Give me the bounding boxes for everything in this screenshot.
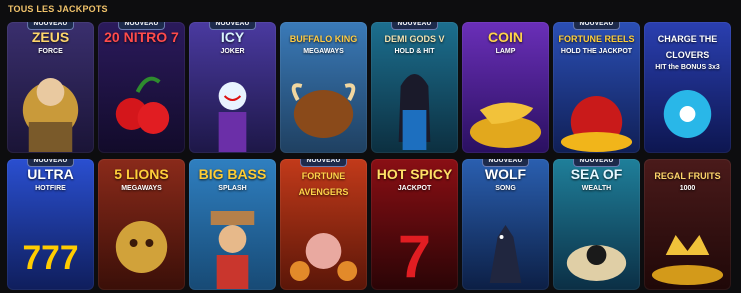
game-logo: FORTUNE AVENGERS [280, 167, 367, 201]
game-logo: ULTRA HOTFIRE [7, 167, 94, 192]
game-tile[interactable]: NOUVEAU WOLF SONG [462, 159, 549, 290]
new-badge: NOUVEAU [117, 22, 166, 30]
game-subtitle: SPLASH [218, 185, 247, 192]
jackpot-games-grid: NOUVEAU ZEUS FORCE NOUVEAU 20 NITRO 7 NOUVEAU… [7, 22, 731, 290]
game-title: ULTRA [27, 166, 74, 182]
svg-text:7: 7 [398, 223, 431, 290]
new-badge: NOUVEAU [481, 159, 530, 167]
game-logo: FORTUNE REELS HOLD THE JACKPOT [553, 30, 640, 56]
game-subtitle: HIT the BONUS 3x3 [655, 64, 720, 71]
game-title: BUFFALO KING [289, 34, 358, 44]
game-logo: BUFFALO KING MEGAWAYS [280, 30, 367, 56]
game-subtitle: LAMP [495, 48, 516, 55]
game-tile[interactable]: NOUVEAU ICY JOKER [189, 22, 276, 153]
game-title: 5 LIONS [114, 166, 169, 182]
game-tile[interactable]: REGAL FRUITS 1000 [644, 159, 731, 290]
game-tile[interactable]: NOUVEAU 777 ULTRA HOTFIRE [7, 159, 94, 290]
game-tile[interactable]: BUFFALO KING MEGAWAYS [280, 22, 367, 153]
game-logo: BIG BASS SPLASH [189, 167, 276, 192]
svg-text:777: 777 [22, 239, 78, 277]
section-title: TOUS LES JACKPOTS [8, 4, 108, 14]
game-subtitle: HOLD THE JACKPOT [560, 48, 633, 55]
game-subtitle: WEALTH [581, 185, 612, 192]
game-title: SEA OF [570, 166, 623, 182]
game-title: 20 NITRO 7 [104, 29, 179, 45]
game-subtitle: HOLD & HIT [394, 48, 435, 55]
new-badge: NOUVEAU [26, 22, 75, 30]
game-subtitle: JOKER [220, 48, 245, 55]
game-logo: 20 NITRO 7 [98, 30, 185, 48]
game-tile[interactable]: NOUVEAU DEMI GODS V HOLD & HIT [371, 22, 458, 153]
game-subtitle: MEGAWAYS [121, 185, 162, 192]
game-logo: COIN LAMP [462, 30, 549, 55]
game-title: ZEUS [31, 29, 70, 45]
game-title: HOT SPICY [376, 166, 453, 182]
new-badge: NOUVEAU [26, 159, 75, 167]
game-title: CHARGE THE CLOVERS [657, 34, 718, 60]
game-logo: SEA OF WEALTH [553, 167, 640, 192]
game-title: REGAL FRUITS [654, 171, 721, 181]
game-tile[interactable]: 5 LIONS MEGAWAYS [98, 159, 185, 290]
game-tile[interactable]: 7 HOT SPICY JACKPOT [371, 159, 458, 290]
game-subtitle: JACKPOT [397, 185, 432, 192]
game-logo: REGAL FRUITS 1000 [644, 167, 731, 193]
game-logo: ICY JOKER [189, 30, 276, 55]
game-subtitle: FORCE [38, 48, 63, 55]
new-badge: NOUVEAU [572, 22, 621, 30]
game-subtitle: SONG [495, 185, 516, 192]
new-badge: NOUVEAU [299, 159, 348, 167]
game-logo: HOT SPICY JACKPOT [371, 167, 458, 192]
game-subtitle: HOTFIRE [35, 185, 66, 192]
game-tile[interactable]: NOUVEAU FORTUNE REELS HOLD THE JACKPOT [553, 22, 640, 153]
game-title: FORTUNE REELS [558, 34, 635, 44]
game-title: WOLF [484, 166, 527, 182]
game-tile[interactable]: COIN LAMP [462, 22, 549, 153]
game-title: DEMI GODS V [384, 34, 445, 44]
game-subtitle: 1000 [679, 185, 696, 192]
game-title: ICY [220, 29, 245, 45]
new-badge: NOUVEAU [208, 22, 257, 30]
game-title: FORTUNE AVENGERS [298, 171, 349, 197]
game-title: COIN [488, 29, 523, 45]
new-badge: NOUVEAU [572, 159, 621, 167]
game-tile[interactable]: NOUVEAU SEA OF WEALTH [553, 159, 640, 290]
game-logo: ZEUS FORCE [7, 30, 94, 55]
game-tile[interactable]: BIG BASS SPLASH [189, 159, 276, 290]
game-logo: WOLF SONG [462, 167, 549, 192]
game-logo: DEMI GODS V HOLD & HIT [371, 30, 458, 56]
game-subtitle: MEGAWAYS [303, 48, 344, 55]
game-tile[interactable]: NOUVEAU FORTUNE AVENGERS [280, 159, 367, 290]
game-tile[interactable]: NOUVEAU ZEUS FORCE [7, 22, 94, 153]
new-badge: NOUVEAU [390, 22, 439, 30]
game-logo: CHARGE THE CLOVERS HIT the BONUS 3x3 [644, 30, 731, 72]
game-tile[interactable]: CHARGE THE CLOVERS HIT the BONUS 3x3 [644, 22, 731, 153]
game-title: BIG BASS [198, 166, 267, 182]
game-logo: 5 LIONS MEGAWAYS [98, 167, 185, 192]
game-tile[interactable]: NOUVEAU 20 NITRO 7 [98, 22, 185, 153]
